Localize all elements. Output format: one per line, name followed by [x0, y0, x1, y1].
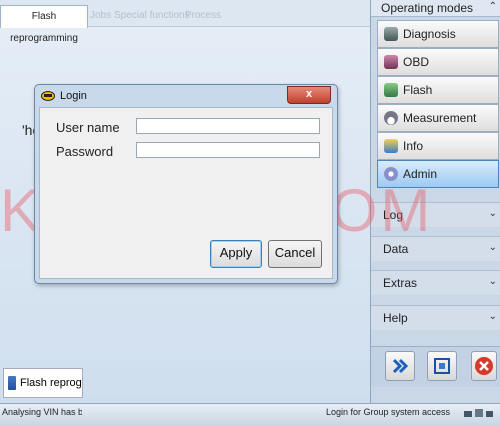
password-input[interactable]: [136, 142, 320, 158]
dialog-titlebar[interactable]: Login x: [35, 85, 337, 107]
section-data-label: Data: [383, 242, 409, 256]
mode-admin[interactable]: Admin: [377, 160, 499, 188]
expand-chevron-icon[interactable]: ⌄: [489, 242, 497, 253]
measurement-icon: [384, 111, 398, 125]
username-input[interactable]: [136, 118, 320, 134]
tab-process[interactable]: Process: [185, 6, 221, 25]
status-message: Analysing VIN has been finished: [2, 407, 82, 417]
tab-jobs[interactable]: Jobs: [90, 6, 111, 25]
fit-window-button[interactable]: [427, 351, 457, 381]
mode-info-label: Info: [403, 139, 424, 153]
admin-icon: [384, 167, 398, 181]
double-chevron-right-icon: [392, 358, 409, 374]
flash-reprogramming-label: Flash reprogram: [20, 377, 82, 389]
diagnosis-icon: [384, 27, 398, 41]
car-icon: [41, 91, 55, 101]
mode-admin-label: Admin: [403, 167, 438, 181]
close-icon: x: [305, 88, 313, 100]
section-extras-label: Extras: [383, 276, 418, 290]
login-status: Login for Group system access: [326, 407, 451, 417]
frame-icon: [434, 358, 450, 374]
status-bar: Analysing VIN has been finished Login fo…: [0, 403, 500, 425]
flash-reprogramming-item[interactable]: Flash reprogram: [3, 368, 83, 398]
cancel-button[interactable]: Cancel: [268, 240, 322, 268]
tab-flash-reprogramming[interactable]: Flash reprogramming: [0, 5, 88, 44]
mode-obd[interactable]: OBD: [377, 48, 499, 76]
mode-measurement-label: Measurement: [403, 111, 477, 125]
section-data[interactable]: Data ⌄: [371, 236, 500, 261]
apply-button[interactable]: Apply: [210, 240, 262, 268]
operating-modes-panel: Operating modes ⌃ Diagnosis OBD Flash Me…: [370, 0, 500, 403]
system-tray-icons[interactable]: [464, 409, 494, 419]
expand-chevron-icon[interactable]: ⌄: [489, 311, 497, 322]
password-label: Password: [56, 144, 114, 159]
dialog-title: Login: [60, 90, 87, 102]
collapse-chevron-icon[interactable]: ⌃: [489, 1, 497, 12]
info-icon: [384, 139, 398, 153]
flash-document-icon: [8, 376, 16, 390]
mode-flash[interactable]: Flash: [377, 76, 499, 104]
section-help[interactable]: Help ⌄: [371, 305, 500, 330]
close-circle-icon: [475, 357, 493, 375]
mode-obd-label: OBD: [403, 55, 430, 69]
section-log[interactable]: Log ⌄: [371, 202, 500, 227]
operating-modes-header[interactable]: Operating modes ⌃: [371, 0, 500, 17]
tab-special-functions[interactable]: Special functions: [114, 6, 190, 25]
toolbar: [371, 346, 500, 387]
mode-info[interactable]: Info: [377, 132, 499, 160]
flash-icon: [384, 83, 398, 97]
operating-modes-title: Operating modes: [381, 1, 474, 15]
dialog-close-button[interactable]: x: [287, 86, 331, 104]
expand-chevron-icon[interactable]: ⌄: [489, 208, 497, 219]
mode-measurement[interactable]: Measurement: [377, 104, 499, 132]
mode-flash-label: Flash: [403, 83, 433, 97]
expand-chevron-icon[interactable]: ⌄: [489, 276, 497, 287]
login-dialog: Login x User name Password Apply Cancel: [34, 84, 338, 284]
exit-button[interactable]: [471, 351, 497, 381]
dialog-body: User name Password Apply Cancel: [39, 107, 333, 279]
obd-icon: [384, 55, 398, 69]
tab-bar: Flash reprogramming Jobs Special functio…: [0, 0, 370, 44]
section-help-label: Help: [383, 311, 408, 325]
mode-diagnosis[interactable]: Diagnosis: [377, 20, 499, 48]
mode-diagnosis-label: Diagnosis: [403, 27, 456, 41]
forward-button[interactable]: [385, 351, 415, 381]
section-log-label: Log: [383, 208, 404, 222]
section-extras[interactable]: Extras ⌄: [371, 270, 500, 295]
username-label: User name: [56, 120, 120, 135]
